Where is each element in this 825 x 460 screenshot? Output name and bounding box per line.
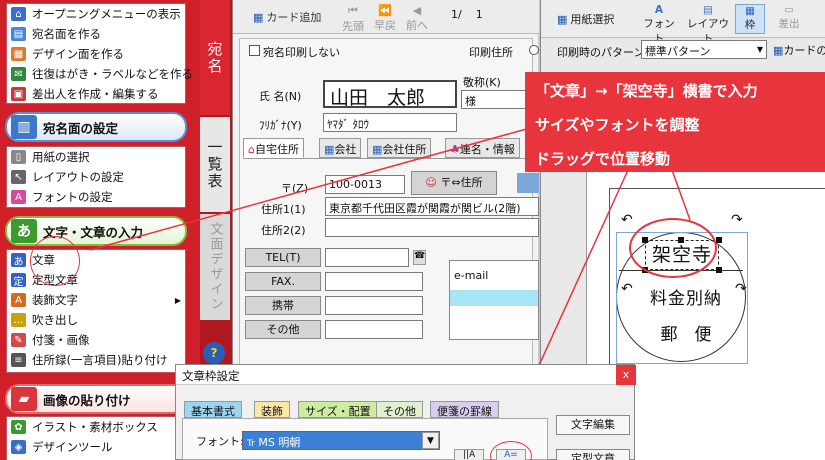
instruction-callout: 「文章」→「架空寺」横書で入力 サイズやフォントを調整 ドラッグで位置移動	[525, 72, 825, 172]
annotation-line-text-menu	[89, 127, 531, 251]
dialog-tab-ruled-lines[interactable]: 便箋の罫線	[430, 401, 499, 418]
dialog-tab-decoration[interactable]: 装飾	[254, 401, 290, 418]
dialog-title: 文章枠設定	[176, 365, 634, 385]
callout-line-3: ドラッグで位置移動	[535, 150, 671, 168]
vertical-text-button[interactable]: ||A	[454, 449, 484, 460]
dialog-tab-other[interactable]: その他	[376, 401, 423, 418]
font-select[interactable]: Tr MS 明朝	[242, 431, 440, 450]
callout-line-1: 「文章」→「架空寺」横書で入力	[535, 82, 758, 100]
callout-line-2: サイズやフォントを調整	[535, 116, 700, 134]
font-type-icon: Tr	[247, 439, 255, 449]
annotation-line-stamp	[671, 169, 691, 221]
dialog-tab-size-position[interactable]: サイズ・配置	[298, 401, 378, 418]
dialog-close-button[interactable]: x	[616, 365, 636, 385]
text-menu-highlight-circle	[30, 236, 80, 286]
text-frame-dialog: 文章枠設定 x 基本書式 装飾 サイズ・配置 その他 便箋の罫線 フォント: T…	[175, 364, 636, 460]
text-edit-button[interactable]: 文字編集	[556, 415, 630, 435]
font-dropdown-icon[interactable]: ▼	[422, 432, 439, 449]
dialog-tab-basic[interactable]: 基本書式	[184, 401, 242, 418]
font-label: フォント:	[196, 435, 244, 448]
fixed-text-button[interactable]: 定型文章	[556, 449, 630, 460]
